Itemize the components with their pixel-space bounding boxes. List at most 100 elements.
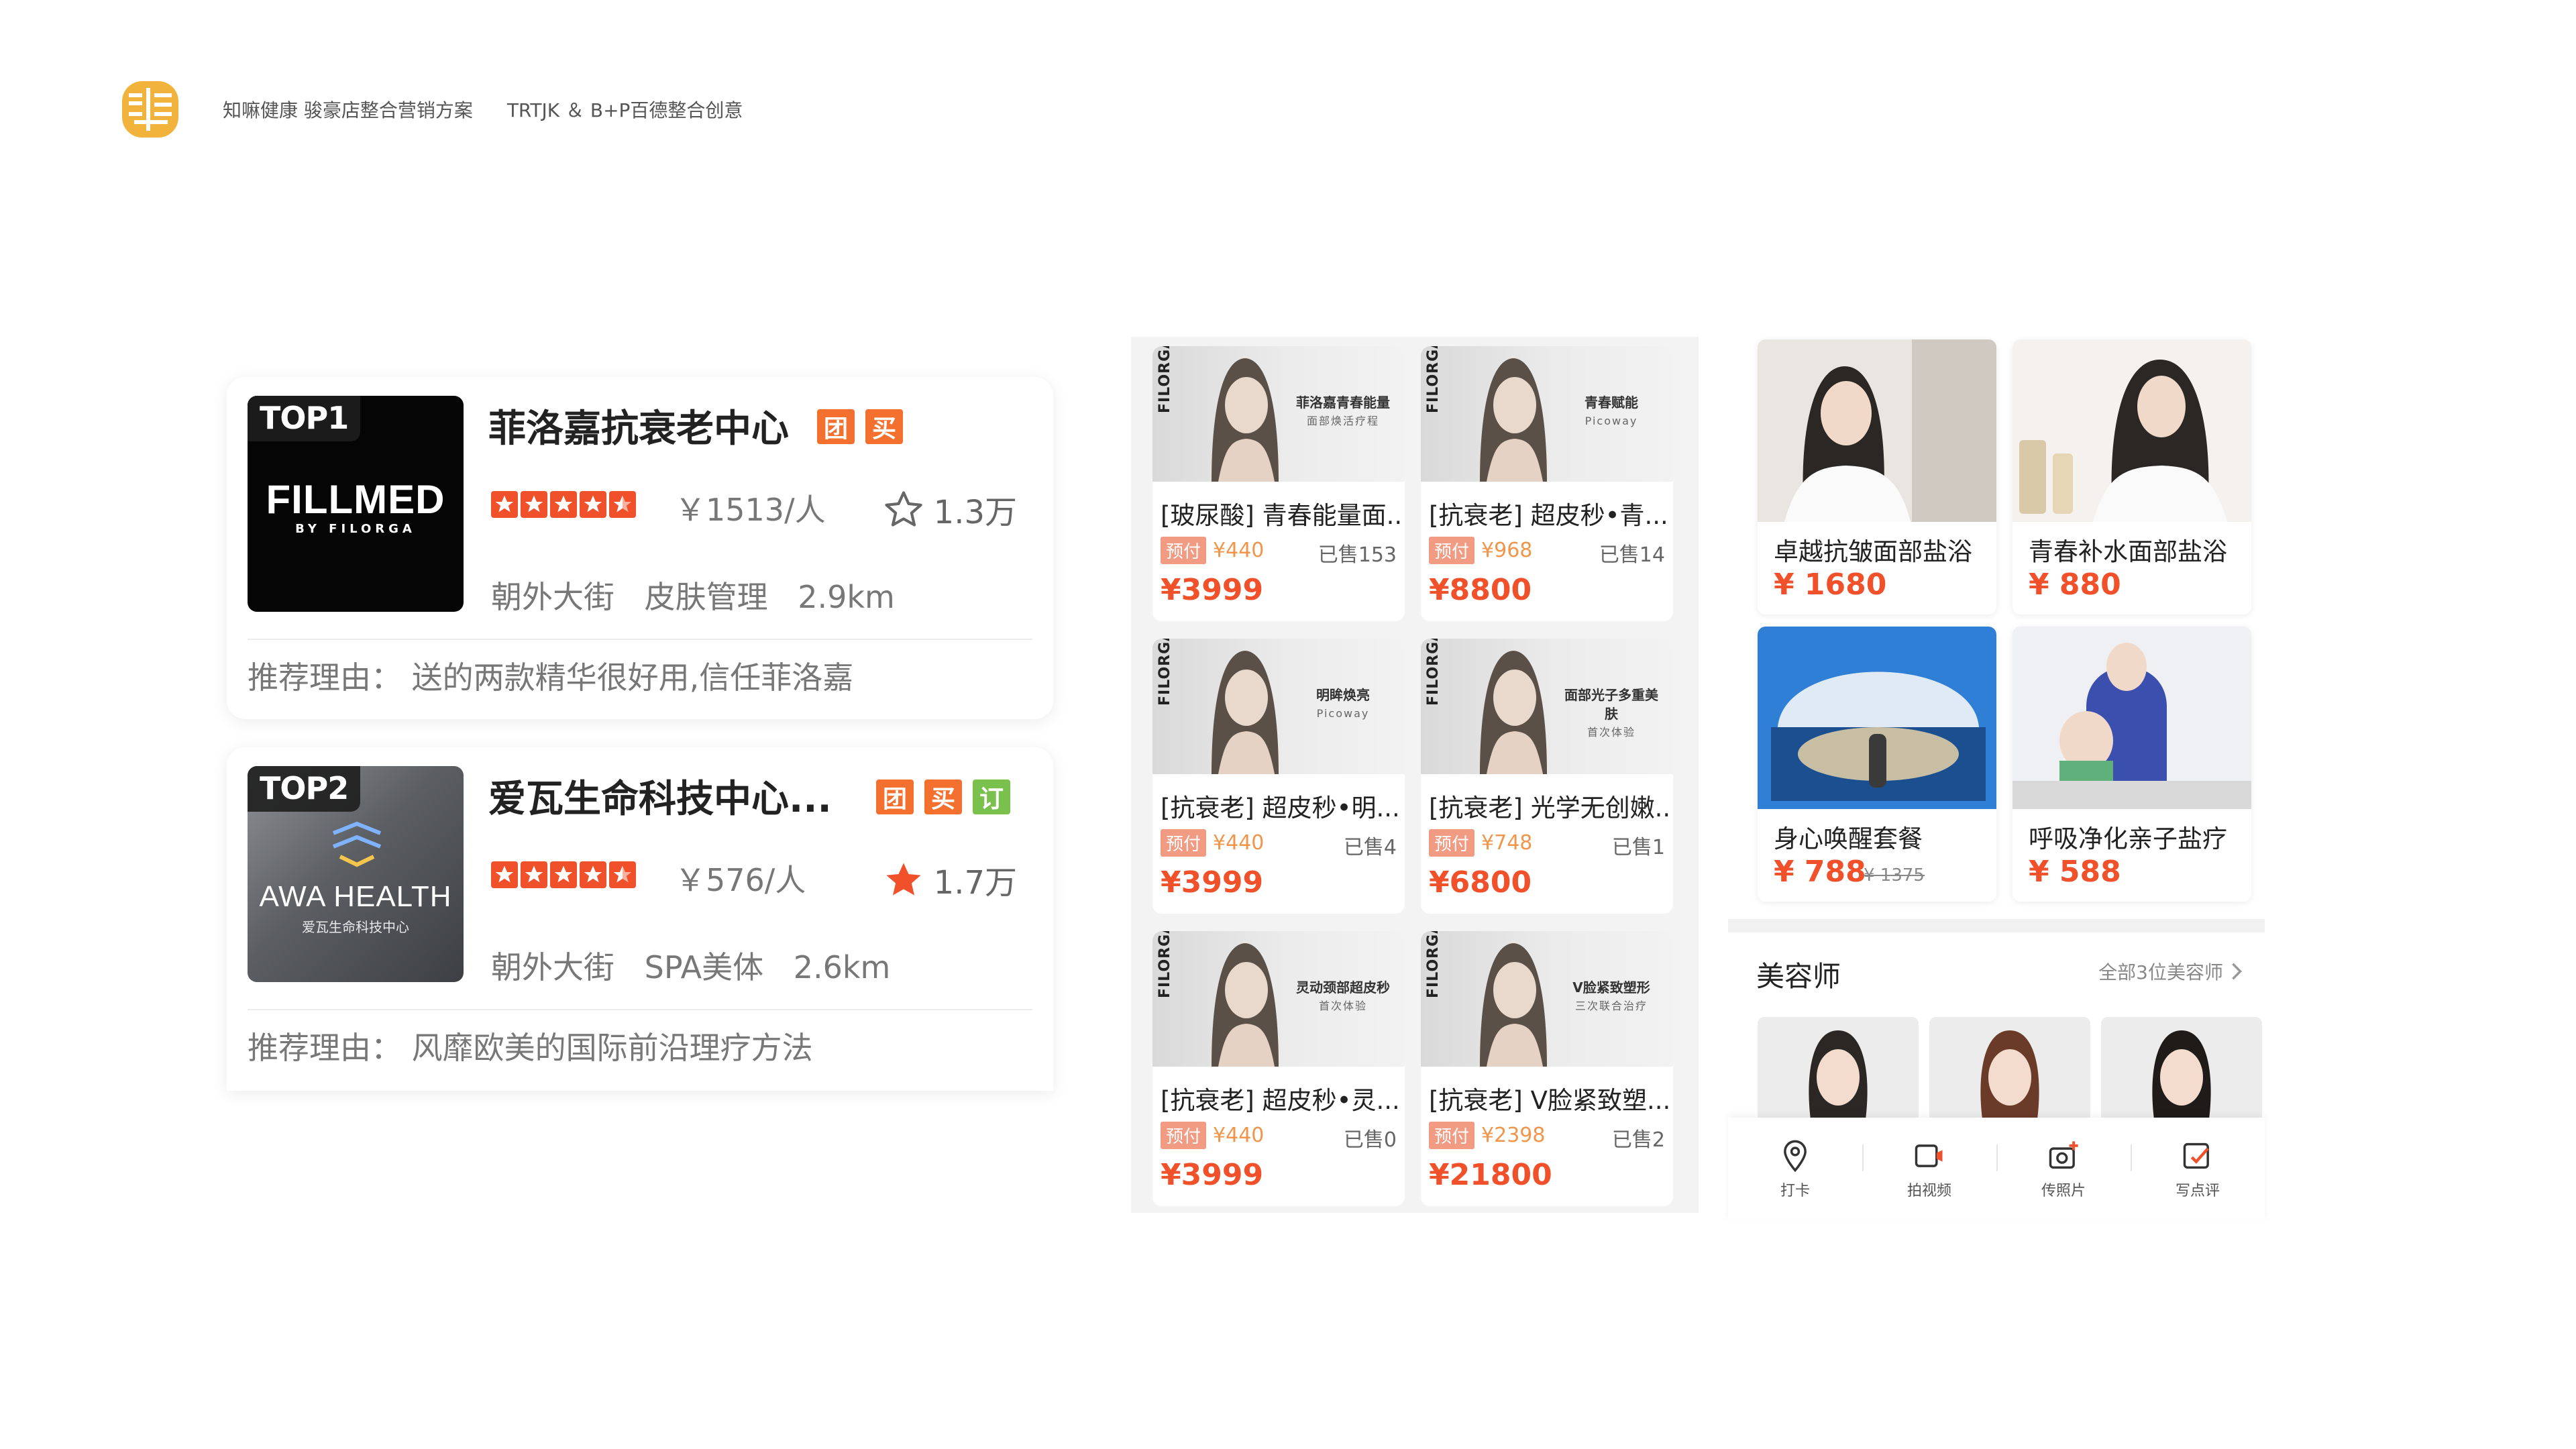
service-tags: 团 买 [817, 409, 903, 444]
shop-name[interactable]: 爱瓦生命科技中心... [488, 769, 832, 823]
image-caption: 明眸焕亮 Picoway [1316, 687, 1370, 720]
star-filled-icon [886, 863, 921, 896]
product-image: FILORGA 明眸焕亮 Picoway [1152, 639, 1405, 774]
image-caption: V脸紧致塑形 三次联合治疗 [1572, 979, 1650, 1012]
checkin-label: 打卡 [1780, 1183, 1810, 1199]
brand-logo-icon [122, 81, 178, 138]
product-card[interactable]: FILORGA 菲洛嘉青春能量 面部焕活疗程 [玻尿酸] 青春能量面... 预付 ¥… [1152, 346, 1405, 621]
product-card[interactable]: FILORGA V脸紧致塑形 三次联合治疗 [抗衰老] V脸紧致塑... 预付 ¥2… [1421, 931, 1673, 1206]
product-price: ¥3999 [1161, 1158, 1264, 1192]
upload-photo-button[interactable]: 传照片 [2010, 1138, 2117, 1200]
avatar-icon [1809, 1030, 1868, 1118]
prepay-price: ¥440 [1213, 539, 1265, 562]
prepay-price: ¥968 [1481, 539, 1533, 562]
shop-meta: 朝外大街 SPA美体 2.6km [491, 943, 910, 987]
product-price: ¥21800 [1429, 1158, 1552, 1192]
star-icon [491, 861, 518, 888]
prepay-label: 预付 [1161, 537, 1207, 564]
sold-count: 已售1 [1611, 836, 1665, 859]
brand-label: FILORGA [1425, 346, 1442, 413]
sold-count: 已售0 [1343, 1128, 1397, 1152]
brand-logo-text: AWA HEALTH [259, 880, 452, 913]
service-card[interactable]: 呼吸净化亲子盐疗 ¥ 588 [2012, 627, 2251, 902]
ranking-card-top1[interactable]: TOP1 FILLMED BY FILORGA 菲洛嘉抗衰老中心 团 买 ￥15… [227, 377, 1053, 719]
service-card[interactable]: 身心唤醒套餐 ¥ 788 ¥ 1375 [1758, 627, 1996, 902]
brand-label: FILORGA [1425, 639, 1442, 706]
service-image [1758, 339, 1996, 522]
brand-logo-subtext: BY FILORGA [295, 522, 416, 536]
shop-thumbnail: TOP1 FILLMED BY FILORGA [248, 396, 464, 612]
buy-tag: 买 [865, 409, 903, 444]
brand-label: FILORGA [1157, 931, 1173, 998]
section-divider [1728, 919, 2265, 932]
header-partner: TRTJK ＆ B+P百德整合创意 [506, 99, 743, 121]
brand-logo-subtext: 爱瓦生命科技中心 [302, 919, 409, 935]
service-name: 卓越抗皱面部盐浴 [1774, 537, 1972, 566]
model-portrait-icon [1480, 651, 1547, 774]
edit-review-icon [2183, 1142, 2209, 1169]
image-caption: 菲洛嘉青春能量 面部焕活疗程 [1296, 394, 1390, 427]
favorite-count: 1.3万 [933, 494, 1017, 531]
product-card[interactable]: FILORGA 灵动颈部超皮秒 首次体验 [抗衰老] 超皮秒•灵... 预付 ¥44… [1152, 931, 1405, 1206]
product-price: ¥8800 [1429, 573, 1532, 607]
star-icon [521, 861, 547, 888]
favorite-button[interactable]: 1.3万 [883, 486, 1017, 533]
rating-stars [491, 491, 636, 518]
product-title: [抗衰老] 超皮秒•灵... [1161, 1086, 1400, 1115]
beautician-avatar[interactable] [2101, 1017, 2262, 1118]
beautician-avatar[interactable] [1758, 1017, 1919, 1118]
reserve-tag: 订 [973, 780, 1010, 814]
product-title: [抗衰老] 光学无创嫩... [1429, 794, 1673, 822]
prepay-info: 预付 ¥440 [1161, 1122, 1264, 1149]
product-price: ¥6800 [1429, 865, 1532, 900]
star-icon [580, 491, 606, 518]
buy-tag: 买 [924, 780, 962, 814]
prepay-price: ¥2398 [1481, 1124, 1546, 1147]
shoot-video-label: 拍视频 [1907, 1183, 1951, 1199]
shop-distance: 2.6km [793, 949, 891, 985]
product-image: FILORGA 青春赋能 Picoway [1421, 346, 1673, 482]
product-card[interactable]: FILORGA 明眸焕亮 Picoway [抗衰老] 超皮秒•明... 预付 ¥44… [1152, 639, 1405, 914]
recommend-reason: 推荐理由： 送的两款精华很好用,信任菲洛嘉 [248, 659, 854, 696]
service-panel: 卓越抗皱面部盐浴 ¥ 1680 青春补水面部盐浴 ¥ 880 身心唤醒套餐 ¥ … [1728, 337, 2265, 1221]
product-title: [玻尿酸] 青春能量面... [1161, 501, 1405, 530]
star-icon [550, 861, 577, 888]
service-name: 身心唤醒套餐 [1774, 824, 1923, 853]
shoot-video-button[interactable]: 拍视频 [1876, 1138, 1983, 1200]
action-separator [1996, 1144, 1998, 1171]
service-card[interactable]: 卓越抗皱面部盐浴 ¥ 1680 [1758, 339, 1996, 614]
favorite-button[interactable]: 1.7万 [883, 856, 1017, 903]
camera-icon [2049, 1141, 2078, 1169]
brand-logo-text: FILLMED [266, 477, 445, 522]
shop-name[interactable]: 菲洛嘉抗衰老中心 [488, 398, 789, 453]
prepay-label: 预付 [1429, 1122, 1475, 1149]
product-card[interactable]: FILORGA 青春赋能 Picoway [抗衰老] 超皮秒•青... 预付 ¥96… [1421, 346, 1673, 621]
header-text: 知嘛健康 骏豪店整合营销方案 TRTJK ＆ B+P百德整合创意 [223, 96, 771, 123]
image-caption: 灵动颈部超皮秒 首次体验 [1296, 979, 1390, 1012]
prepay-price: ¥440 [1213, 1124, 1265, 1147]
service-card[interactable]: 青春补水面部盐浴 ¥ 880 [2012, 339, 2251, 614]
service-price: ¥ 788 [1774, 855, 1866, 889]
prepay-label: 预付 [1161, 1122, 1207, 1149]
all-beauticians-link[interactable]: 全部3位美容师 [2098, 958, 2243, 985]
model-portrait-icon [1212, 651, 1279, 774]
beautician-avatar[interactable] [1929, 1017, 2090, 1118]
ranking-card-top2[interactable]: TOP2 AWA HEALTH 爱瓦生命科技中心 爱瓦生命科技中心... 团 买… [227, 747, 1053, 1091]
shop-category: SPA美体 [644, 949, 764, 985]
half-star-icon [609, 861, 636, 888]
star-icon [550, 491, 577, 518]
product-title: [抗衰老] 超皮秒•青... [1429, 501, 1668, 530]
service-name: 呼吸净化亲子盐疗 [2029, 824, 2227, 853]
product-image: FILORGA 面部光子多重美肤 首次体验 [1421, 639, 1673, 774]
write-review-button[interactable]: 写点评 [2144, 1138, 2251, 1200]
product-card[interactable]: FILORGA 面部光子多重美肤 首次体验 [抗衰老] 光学无创嫩... 预付 ¥7… [1421, 639, 1673, 914]
star-icon [491, 491, 518, 518]
header-title: 知嘛健康 骏豪店整合营销方案 [223, 99, 473, 121]
shop-category: 皮肤管理 [644, 579, 768, 615]
checkin-button[interactable]: 打卡 [1741, 1138, 1849, 1200]
avatar-icon [2152, 1030, 2211, 1118]
product-grid: FILORGA 菲洛嘉青春能量 面部焕活疗程 [玻尿酸] 青春能量面... 预付 ¥… [1131, 337, 1699, 1213]
sold-count: 已售153 [1318, 543, 1397, 567]
service-name: 青春补水面部盐浴 [2029, 537, 2227, 566]
awa-logo-icon [332, 821, 382, 867]
